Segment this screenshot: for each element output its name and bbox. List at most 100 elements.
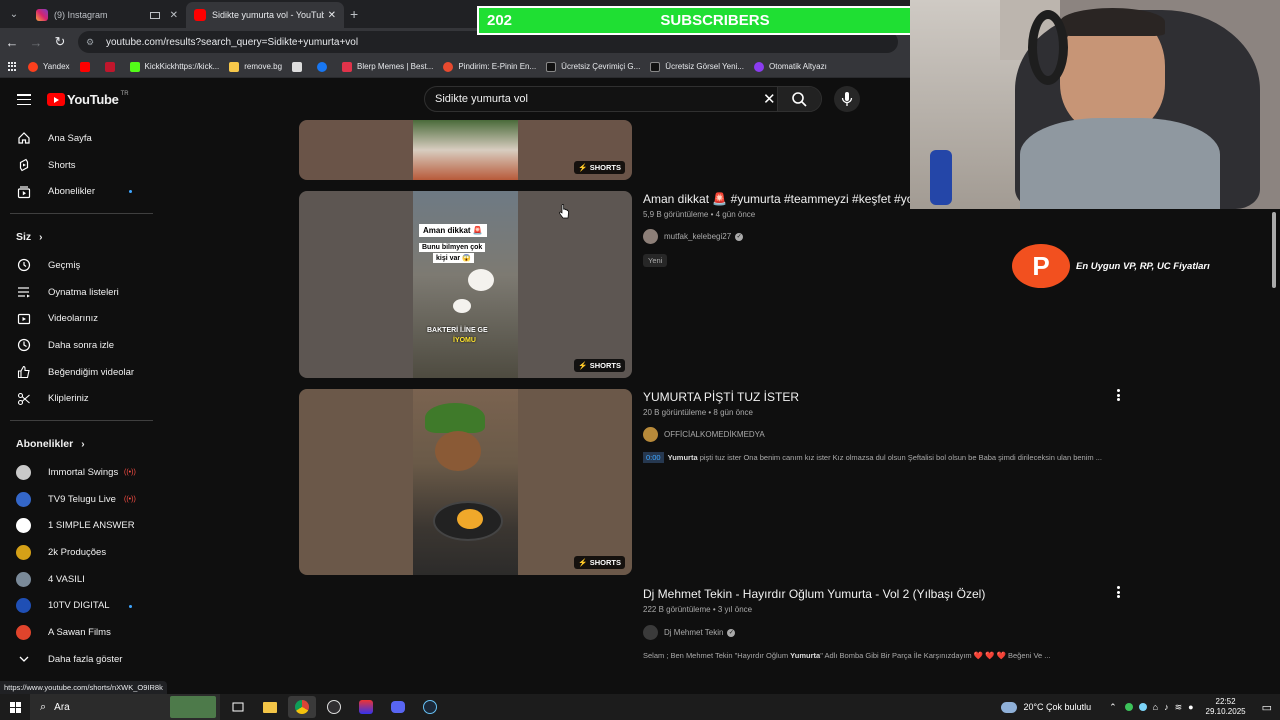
clear-search-icon[interactable]: ✕ <box>763 90 776 108</box>
tab-youtube[interactable]: Sidikte yumurta vol - YouTube ✕ <box>186 2 344 28</box>
more-actions-icon[interactable] <box>1116 586 1120 598</box>
subscriber-label: SUBSCRIBERS <box>660 12 770 29</box>
headphone-shape <box>1028 10 1068 85</box>
close-tab-icon[interactable]: ✕ <box>328 10 336 21</box>
bookmark-pindirim[interactable]: Pindirim: E-Pinin En... <box>443 61 536 72</box>
notification-icon[interactable]: ▭ <box>1262 701 1272 714</box>
reload-button[interactable]: ↻ <box>48 34 72 50</box>
new-tab-button[interactable]: + <box>350 6 358 22</box>
steam-button[interactable] <box>416 696 444 718</box>
app-button[interactable] <box>352 696 380 718</box>
steam-icon <box>423 700 437 714</box>
bookmark-facebook[interactable] <box>317 61 332 72</box>
bookmark-red[interactable] <box>104 61 120 72</box>
file-explorer-button[interactable] <box>256 696 284 718</box>
bookmark-label: Ücretsiz Görsel Yeni... <box>665 62 744 71</box>
sidebar-channel[interactable]: 10TV DIGITAL <box>0 593 170 620</box>
bookmark-label: Otomatik Altyazı <box>769 62 827 71</box>
voice-search-button[interactable] <box>834 86 860 112</box>
youtube-logo[interactable]: YouTube TR <box>47 91 129 107</box>
obs-icon <box>327 700 341 714</box>
windows-taskbar: ⌕ Ara 20°C Çok bulutlu ⌃ ⌂ ♪ ≋ ● 22:52 2… <box>0 694 1280 720</box>
bookmark-white[interactable] <box>292 61 307 72</box>
sidebar-item-clips[interactable]: Klipleriniz <box>0 386 170 413</box>
search-button[interactable] <box>777 87 821 111</box>
sidebar-item-playlists[interactable]: Oynatma listeleri <box>0 279 170 306</box>
apps-grid-icon[interactable] <box>8 61 18 72</box>
video-thumbnail[interactable]: ⚡ SHORTS <box>299 120 632 180</box>
sidebar-show-more[interactable]: Daha fazla göster <box>0 646 170 673</box>
search-box[interactable]: Sidikte yumurta vol ✕ <box>424 86 822 112</box>
sidebar-item-watch-later[interactable]: Daha sonra izle <box>0 332 170 359</box>
history-icon <box>16 257 32 273</box>
chapter-timestamp[interactable]: 0:00 <box>643 452 664 463</box>
sidebar-channel[interactable]: A Sawan Films <box>0 619 170 646</box>
chevron-up-icon[interactable]: ⌃ <box>1109 702 1117 713</box>
forward-button[interactable]: → <box>24 35 48 50</box>
sidebar-channel[interactable]: Immortal Swings ((•)) <box>0 459 170 486</box>
sidebar-item-label: Videolarınız <box>48 313 98 325</box>
video-thumbnail[interactable]: Aman dikkat 🚨 Bunu bilmyen çok kişi var … <box>299 191 632 378</box>
sidebar-channel[interactable]: 4 VASILI <box>0 566 170 593</box>
bookmark-subtitle[interactable]: Otomatik Altyazı <box>754 61 827 72</box>
sidebar-item-liked[interactable]: Beğendiğim videolar <box>0 359 170 386</box>
tray-app-icon[interactable] <box>1124 703 1133 711</box>
video-title[interactable]: Dj Mehmet Tekin - Hayırdır Oğlum Yumurta… <box>643 587 985 601</box>
sidebar-channel[interactable]: TV9 Telugu Live ((•)) <box>0 486 170 513</box>
task-view-button[interactable] <box>224 696 252 718</box>
bookmark-free-2[interactable]: Ücretsiz Görsel Yeni... <box>650 61 744 72</box>
back-button[interactable]: ← <box>0 35 24 50</box>
shorts-badge: ⚡ SHORTS <box>574 359 625 372</box>
bookmark-label: Yandex <box>43 62 70 71</box>
channel-link[interactable]: Dj Mehmet Tekin ✓ <box>643 625 736 640</box>
channel-link[interactable]: mutfak_kelebegi27 ✓ <box>643 229 744 244</box>
bookmark-removebg[interactable]: remove.bg <box>229 61 282 72</box>
bookmark-label: Blerp Memes | Best... <box>357 62 434 71</box>
sidebar-item-home[interactable]: Ana Sayfa <box>0 125 170 152</box>
sidebar-item-subscriptions[interactable]: Abonelikler <box>0 178 170 205</box>
video-thumbnail[interactable]: ⚡ SHORTS <box>299 389 632 575</box>
bookmark-yandex[interactable]: Yandex <box>28 61 70 72</box>
bookmark-blerp[interactable]: Blerp Memes | Best... <box>342 61 434 72</box>
bookmark-youtube[interactable] <box>79 61 95 72</box>
bookmark-free-1[interactable]: Ücretsiz Çevrimiçi G... <box>546 61 640 72</box>
start-button[interactable] <box>0 701 30 713</box>
close-tab-icon[interactable]: ✕ <box>170 10 178 21</box>
weather-text[interactable]: 20°C Çok bulutlu <box>1023 702 1091 712</box>
live-icon: ((•)) <box>124 495 136 503</box>
tab-search-icon[interactable]: ⌄ <box>4 4 24 24</box>
more-actions-icon[interactable] <box>1116 389 1120 401</box>
channel-avatar <box>643 229 658 244</box>
search-input[interactable]: Sidikte yumurta vol <box>435 93 528 105</box>
video-title[interactable]: YUMURTA PİŞTİ TUZ İSTER <box>643 390 799 404</box>
sidebar-channel[interactable]: 2k Produções <box>0 539 170 566</box>
tab-instagram[interactable]: (9) Instagram ✕ <box>28 2 186 28</box>
desc-text: " Adlı Bomba Gibi Bir Parça İle Karşınız… <box>820 651 1051 660</box>
task-view-icon <box>232 702 244 712</box>
obs-button[interactable] <box>320 696 348 718</box>
clock[interactable]: 22:52 29.10.2025 <box>1206 697 1246 717</box>
tray-app-icon[interactable] <box>1138 703 1147 711</box>
sidebar-channel[interactable]: 1 SIMPLE ANSWER <box>0 513 170 540</box>
wifi-icon[interactable]: ≋ <box>1175 702 1183 713</box>
microphone-tray-icon[interactable]: ● <box>1188 702 1193 712</box>
video-title[interactable]: Aman dikkat 🚨 #yumurta #teammeyzi #keşfe… <box>643 192 913 206</box>
sidebar-item-shorts[interactable]: Shorts <box>0 152 170 179</box>
menu-icon[interactable] <box>17 94 31 105</box>
volume-icon[interactable]: ♪ <box>1164 702 1169 712</box>
channel-link[interactable]: OFFİCİALKOMEDİKMEDYA <box>643 427 765 442</box>
sidebar-item-history[interactable]: Geçmiş <box>0 252 170 279</box>
sidebar-item-your-videos[interactable]: Videolarınız <box>0 305 170 332</box>
sponsor-logo: P <box>1012 244 1070 288</box>
chrome-button[interactable] <box>288 696 316 718</box>
channel-name: OFFİCİALKOMEDİKMEDYA <box>664 430 765 439</box>
page-scrollbar[interactable] <box>1272 212 1276 288</box>
network-icon[interactable]: ⌂ <box>1153 702 1158 712</box>
sidebar-section-you[interactable]: Siz › <box>0 222 170 252</box>
site-info-icon[interactable]: ⚙ <box>86 37 98 47</box>
tab-title: Sidikte yumurta vol - YouTube <box>212 10 324 20</box>
bookmark-kick[interactable]: KickKickhttps://kick... <box>129 61 219 72</box>
sidebar-section-subscriptions[interactable]: Abonelikler › <box>0 429 170 459</box>
discord-button[interactable] <box>384 696 412 718</box>
taskbar-search[interactable]: ⌕ Ara <box>30 694 220 720</box>
